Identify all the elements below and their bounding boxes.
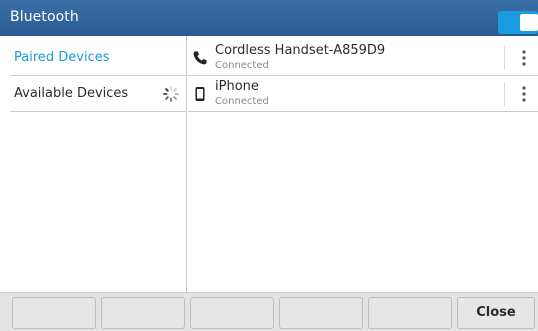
bluetooth-toggle[interactable]	[498, 11, 538, 34]
nav-item-label: Paired Devices	[14, 50, 110, 65]
title-bar: Bluetooth	[0, 0, 538, 36]
phone-handset-icon	[193, 51, 207, 65]
device-name: iPhone	[215, 79, 259, 94]
device-row[interactable]: iPhone Connected	[188, 76, 538, 112]
nav-item-label: Available Devices	[14, 86, 129, 101]
device-name: Cordless Handset-A859D9	[215, 43, 386, 58]
softkey-5[interactable]	[368, 297, 452, 329]
loading-spinner-icon	[163, 86, 179, 102]
nav-item-paired-devices[interactable]: Paired Devices	[10, 40, 186, 76]
page-title: Bluetooth	[10, 9, 79, 25]
device-status: Connected	[215, 96, 269, 107]
toggle-knob	[520, 14, 538, 31]
softkey-2[interactable]	[101, 297, 185, 329]
left-nav-panel: Paired Devices Available Devices	[0, 36, 187, 292]
device-row[interactable]: Cordless Handset-A859D9 Connected	[188, 40, 538, 76]
mobile-phone-icon	[195, 87, 205, 101]
divider	[504, 82, 505, 106]
more-options-icon[interactable]	[516, 84, 532, 104]
device-list-panel: Cordless Handset-A859D9 Connected iPhone…	[188, 36, 538, 292]
softkey-1[interactable]	[12, 297, 96, 329]
nav-item-available-devices[interactable]: Available Devices	[10, 76, 186, 112]
device-status: Connected	[215, 60, 269, 71]
divider	[504, 46, 505, 70]
softkey-3[interactable]	[190, 297, 274, 329]
close-button[interactable]: Close	[457, 297, 535, 329]
softkey-bar: Close	[0, 292, 538, 331]
softkey-4[interactable]	[279, 297, 363, 329]
more-options-icon[interactable]	[516, 48, 532, 68]
